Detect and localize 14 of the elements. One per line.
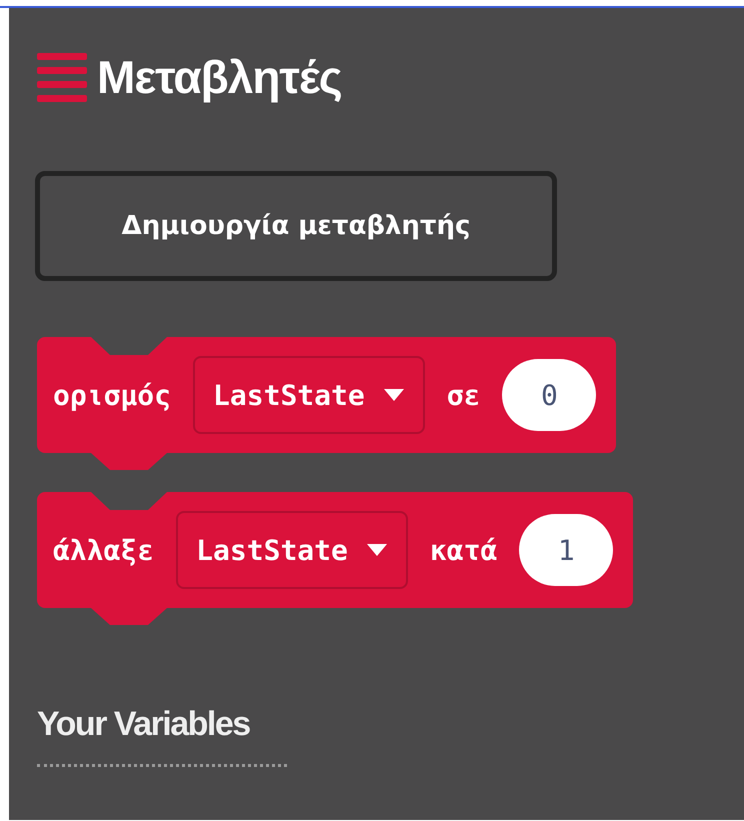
caret-icon — [366, 543, 388, 557]
create-variable-button[interactable]: Δημιουργία μεταβλητής — [35, 171, 557, 281]
variable-dropdown[interactable]: LastState — [176, 511, 408, 589]
panel-title: Μεταβλητές — [97, 52, 342, 102]
block-label: κατά — [430, 534, 498, 566]
menu-icon — [37, 51, 87, 103]
variable-dropdown[interactable]: LastState — [193, 356, 425, 434]
block-label: άλλαξε — [53, 534, 154, 566]
caret-icon — [382, 388, 405, 402]
number-field[interactable]: 0 — [502, 359, 596, 431]
number-field[interactable]: 1 — [519, 514, 614, 586]
section-heading: Your Variables — [37, 705, 250, 744]
block-label: ορισμός — [53, 378, 172, 412]
block-label: σε — [446, 378, 480, 412]
